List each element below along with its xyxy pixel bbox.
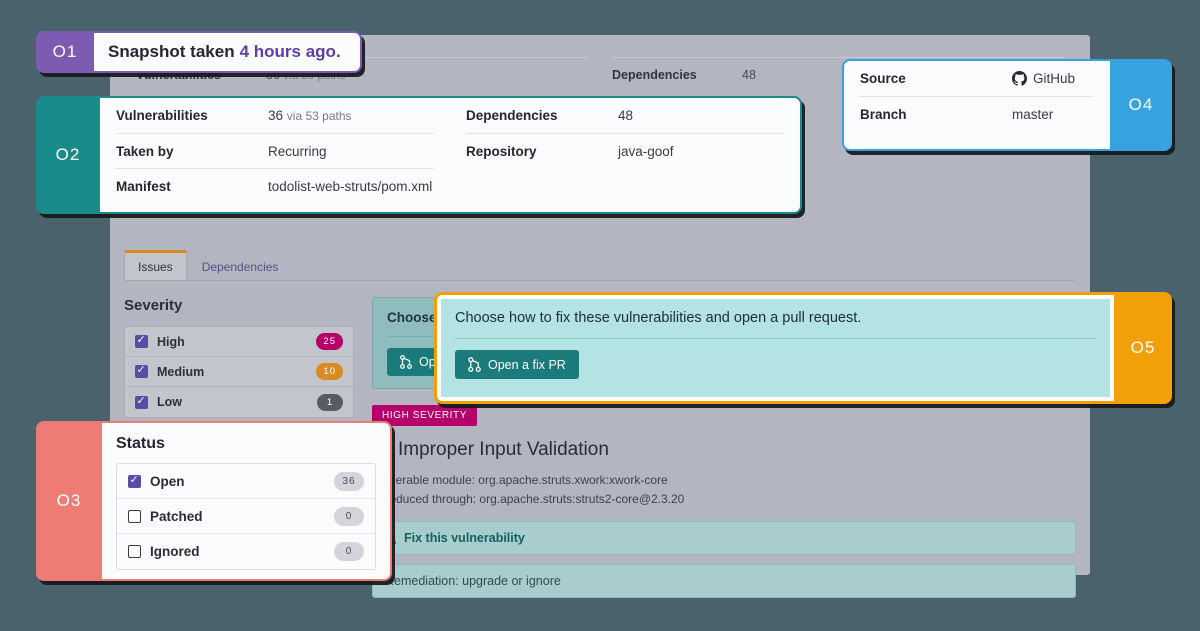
severity-label: High [157, 334, 185, 349]
detail-key: Manifest [116, 178, 171, 194]
snapshot-banner: Snapshot taken 4 hours ago. [94, 31, 362, 73]
checkbox-icon[interactable] [128, 473, 141, 488]
status-filter-list: Open 36 Patched 0 Ignored 0 [116, 463, 376, 570]
severity-filter-item-low[interactable]: Low 1 [125, 387, 353, 417]
vulnerability-title: Improper Input Validation [398, 439, 609, 460]
detail-key: Repository [466, 143, 537, 159]
status-filter-item-ignored[interactable]: Ignored 0 [117, 534, 375, 569]
detail-row-vulnerabilities: Vulnerabilities 36 via 53 paths [116, 98, 434, 133]
callout-four: O4 Source GitHub Branch master [842, 59, 1172, 151]
checkbox-icon[interactable] [128, 509, 141, 523]
source-value-label: GitHub [1033, 71, 1076, 86]
status-filter-card: Status Open 36 Patched 0 Ignored 0 [102, 421, 392, 581]
checkbox-icon[interactable] [135, 333, 148, 348]
detail-key: Vulnerabilities [116, 108, 208, 123]
detail-key: Branch [860, 106, 907, 122]
source-info-card: Source GitHub Branch master [842, 59, 1110, 151]
detail-row-branch: Branch master [860, 96, 1094, 131]
detail-number: 36 [268, 108, 284, 123]
severity-filter-item-high[interactable]: High 25 [125, 327, 353, 357]
project-details-left: Vulnerabilities 36 via 53 paths Taken by… [100, 98, 450, 212]
callout-five-number: O5 [1114, 292, 1172, 404]
vulnerability-meta: Vulnerable module: org.apache.struts.xwo… [372, 471, 1076, 509]
status-filter-item-patched[interactable]: Patched 0 [117, 499, 375, 534]
severity-filter-list: High 25 Medium 10 Low 1 [124, 326, 354, 418]
pull-request-icon [468, 357, 481, 372]
divider [455, 338, 1096, 339]
severity-filter-item-medium[interactable]: Medium 10 [125, 357, 353, 387]
tab-dependencies[interactable]: Dependencies [189, 253, 292, 280]
status-count-badge: 0 [334, 506, 364, 526]
callout-two: O2 Vulnerabilities 36 via 53 paths Taken… [36, 96, 802, 214]
snapshot-time: 4 hours ago. [239, 42, 341, 61]
status-label: Patched [150, 508, 203, 524]
summary-key: Dependencies [612, 68, 697, 82]
callout-three-number: O3 [36, 421, 102, 581]
detail-row-taken-by: Taken by Recurring [116, 133, 434, 168]
branch-value: master [1012, 106, 1054, 122]
detail-key: Source [860, 71, 906, 86]
fix-pr-highlight-card: Choose how to fix these vulnerabilities … [434, 292, 1114, 404]
project-details-card: Vulnerabilities 36 via 53 paths Taken by… [100, 96, 802, 214]
status-count-badge: 36 [334, 471, 364, 491]
status-label: Ignored [150, 544, 200, 559]
severity-count-badge: 10 [316, 363, 343, 380]
open-fix-pr-button-highlight[interactable]: Open a fix PR [455, 350, 579, 379]
vulnerability-title-row: Improper Input Validation [372, 439, 1076, 461]
vulnerable-module-line: Vulnerable module: org.apache.struts.xwo… [372, 473, 668, 487]
status-filter-title: Status [116, 435, 165, 452]
status-filter-item-open[interactable]: Open 36 [117, 464, 375, 499]
status-count-badge: 0 [334, 542, 364, 561]
fix-pr-inner: Choose how to fix these vulnerabilities … [441, 299, 1110, 397]
detail-row-source: Source GitHub [860, 61, 1094, 96]
fix-pr-title: Choose how to fix these vulnerabilities … [455, 310, 862, 326]
detail-row-manifest: Manifest todolist-web-struts/pom.xml [116, 168, 434, 203]
detail-row-dependencies: Dependencies 48 [466, 98, 784, 133]
severity-count-badge: 25 [316, 333, 343, 350]
callout-one-number: O1 [36, 31, 94, 73]
detail-suffix: via 53 paths [286, 109, 352, 123]
callout-three: O3 Status Open 36 Patched 0 Ignored 0 [36, 421, 392, 581]
snapshot-prefix: Snapshot taken [108, 42, 235, 61]
detail-key: Taken by [116, 143, 174, 159]
github-icon [1012, 71, 1027, 86]
tab-bar: Issues Dependencies [124, 250, 1076, 281]
screenshot-canvas: Vulnerabilities 36 via 53 paths Dependen… [0, 0, 1200, 631]
source-info-rows: Source GitHub Branch master [844, 61, 1110, 131]
checkbox-icon[interactable] [135, 363, 148, 378]
detail-value: Recurring [268, 143, 327, 159]
detail-value: 36 via 53 paths [268, 108, 352, 123]
severity-filter-title: Severity [124, 297, 183, 314]
summary-value: 48 [742, 68, 756, 82]
fix-link-label: Fix this vulnerability [404, 531, 525, 546]
project-details-right: Dependencies 48 Repository java-goof [450, 98, 800, 212]
detail-key: Dependencies [466, 108, 558, 123]
vulnerability-detail-line: Remediation: upgrade or ignore [372, 564, 1076, 599]
pull-request-icon [400, 355, 412, 369]
callout-two-number: O2 [36, 96, 100, 214]
detail-value: 48 [618, 108, 634, 123]
detail-value: GitHub [1012, 71, 1075, 86]
checkbox-icon[interactable] [135, 394, 148, 409]
checkbox-icon[interactable] [128, 545, 141, 558]
tab-issues[interactable]: Issues [124, 250, 187, 280]
severity-filter-panel: Severity High 25 Medium 10 Low 1 [124, 297, 354, 418]
severity-label: Low [157, 395, 182, 409]
repository-link[interactable]: java-goof [618, 144, 674, 159]
severity-label: Medium [157, 364, 205, 379]
callout-four-number: O4 [1110, 59, 1172, 151]
callout-one: O1 Snapshot taken 4 hours ago. [36, 31, 362, 73]
detail-row-repository: Repository java-goof [466, 133, 784, 168]
introduced-through-line: Introduced through: org.apache.struts:st… [372, 492, 685, 507]
status-label: Open [150, 473, 185, 489]
manifest-link[interactable]: todolist-web-struts/pom.xml [268, 179, 432, 194]
fix-this-vulnerability-link[interactable]: Fix this vulnerability [372, 521, 1076, 556]
severity-count-badge: 1 [317, 393, 343, 411]
open-fix-pr-label: Open a fix PR [488, 357, 566, 372]
callout-five: O5 Choose how to fix these vulnerabiliti… [434, 292, 1172, 404]
